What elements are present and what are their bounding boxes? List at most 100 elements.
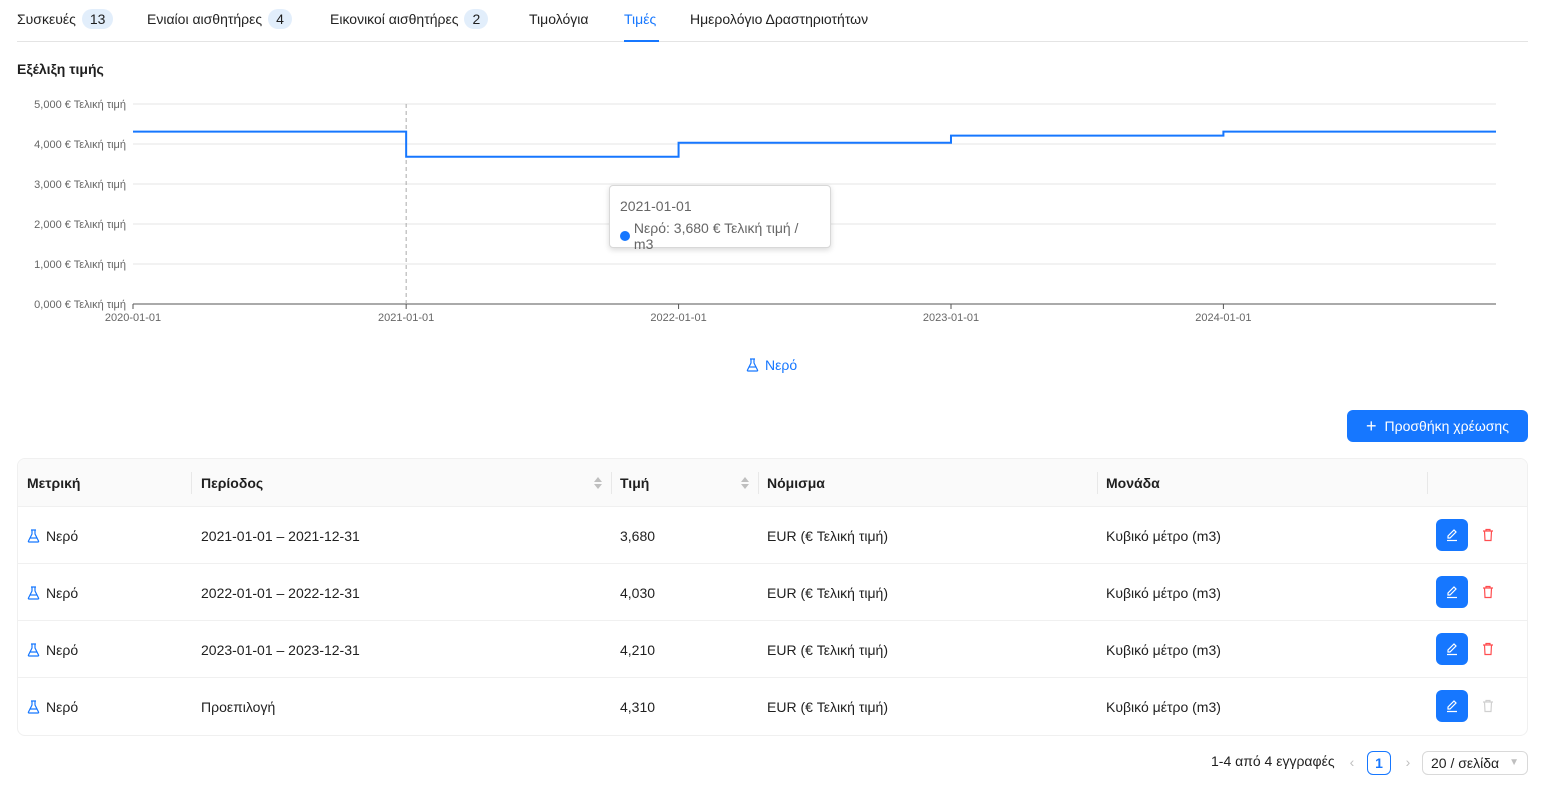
flask-icon: [27, 699, 40, 714]
active-tab-indicator: [624, 40, 659, 42]
plus-icon: +: [1366, 416, 1377, 436]
add-charge-label: Προσθήκη χρέωσης: [1384, 418, 1509, 434]
trash-icon: [1483, 699, 1493, 713]
legend-label: Νερό: [765, 357, 798, 373]
edit-icon: [1447, 700, 1457, 713]
tab-label: Τιμές: [624, 11, 657, 27]
y-tick-label: 0,000 € Τελική τιμή: [34, 299, 126, 311]
column-divider: [1427, 472, 1428, 494]
chevron-down-icon: ▼: [1509, 757, 1519, 768]
flask-icon: [746, 358, 759, 372]
delete-button-disabled: [1478, 690, 1498, 722]
tab-invoices[interactable]: Τιμολόγια: [529, 8, 589, 30]
tooltip-value: Νερό: 3,680 € Τελική τιμή / m3: [633, 220, 799, 252]
column-divider: [1097, 472, 1098, 494]
y-tick-label: 2,000 € Τελική τιμή: [34, 219, 126, 231]
price-cell: 4,210: [620, 641, 656, 658]
edit-icon: [1447, 643, 1457, 656]
x-tick-label: 2022-01-01: [650, 312, 706, 324]
column-header-unit: Μονάδα: [1106, 475, 1160, 491]
page-size-value: 20 / σελίδα: [1431, 755, 1500, 771]
x-tick-label: 2023-01-01: [923, 312, 979, 324]
currency-cell: EUR (€ Τελική τιμή): [767, 584, 888, 601]
edit-icon: [1447, 529, 1457, 542]
tab-label: Ημερολόγιο Δραστηριοτήτων: [690, 11, 869, 27]
edit-button[interactable]: [1436, 690, 1468, 722]
price-cell: 4,030: [620, 584, 656, 601]
metric-name: Νερό: [46, 641, 79, 658]
unit-cell: Κυβικό μέτρο (m3): [1106, 698, 1221, 715]
tab-prices[interactable]: Τιμές: [624, 8, 656, 30]
currency-cell: EUR (€ Τελική τιμή): [767, 698, 888, 715]
trash-icon: [1483, 528, 1493, 542]
prices-table: Μετρική Περίοδος Τιμή Νόμισμα Μονάδα Νερ…: [17, 458, 1528, 736]
chevron-left-icon[interactable]: ‹: [1344, 754, 1360, 772]
column-divider: [758, 472, 759, 494]
x-tick-label: 2021-01-01: [378, 312, 434, 324]
column-divider: [191, 472, 192, 494]
edit-icon: [1447, 586, 1457, 599]
y-tick-label: 5,000 € Τελική τιμή: [34, 99, 126, 111]
tooltip-date: 2021-01-01: [620, 198, 692, 214]
flask-icon: [27, 642, 40, 657]
currency-cell: EUR (€ Τελική τιμή): [767, 527, 888, 544]
pagination-total: 1-4 από 4 εγγραφές: [1211, 753, 1335, 769]
flask-icon: [27, 585, 40, 600]
unit-cell: Κυβικό μέτρο (m3): [1106, 527, 1221, 544]
flask-icon: [27, 528, 40, 543]
edit-button[interactable]: [1436, 519, 1468, 551]
chevron-right-icon[interactable]: ›: [1400, 754, 1416, 772]
column-divider: [611, 472, 612, 494]
tab-label: Τιμολόγια: [529, 11, 589, 27]
tab-label: Εικονικοί αισθητήρες: [330, 11, 459, 27]
trash-icon: [1483, 642, 1493, 656]
unit-cell: Κυβικό μέτρο (m3): [1106, 641, 1221, 658]
page-size-select[interactable]: 20 / σελίδα ▼: [1422, 751, 1528, 775]
table-row: Νερό 2021-01-01 – 2021-12-31 3,680 EUR (…: [18, 507, 1527, 564]
column-header-currency: Νόμισμα: [767, 475, 825, 491]
price-cell: 3,680: [620, 527, 656, 544]
chart-legend-item[interactable]: Νερό: [746, 357, 797, 373]
tab-virtual-sensors[interactable]: Εικονικοί αισθητήρες 2: [330, 8, 489, 30]
unit-cell: Κυβικό μέτρο (m3): [1106, 584, 1221, 601]
metric-cell: Νερό: [27, 564, 78, 621]
series-dot-icon: [620, 231, 630, 241]
metric-name: Νερό: [46, 527, 79, 544]
y-tick-label: 3,000 € Τελική τιμή: [34, 179, 126, 191]
y-tick-label: 4,000 € Τελική τιμή: [34, 139, 126, 151]
count-badge: 2: [464, 9, 489, 29]
delete-button[interactable]: [1478, 633, 1498, 665]
sort-icon[interactable]: [740, 476, 750, 490]
column-header-metric: Μετρική: [27, 475, 81, 491]
period-cell: Προεπιλογή: [201, 698, 276, 715]
tab-label: Ενιαίοι αισθητήρες: [147, 11, 263, 27]
edit-button[interactable]: [1436, 576, 1468, 608]
tab-activity-log[interactable]: Ημερολόγιο Δραστηριοτήτων: [690, 8, 868, 30]
delete-button[interactable]: [1478, 519, 1498, 551]
period-cell: 2023-01-01 – 2023-12-31: [201, 641, 360, 658]
tab-bar: Συσκευές 13 Ενιαίοι αισθητήρες 4 Εικονικ…: [17, 0, 1528, 42]
edit-button[interactable]: [1436, 633, 1468, 665]
x-tick-label: 2024-01-01: [1195, 312, 1251, 324]
add-charge-button[interactable]: + Προσθήκη χρέωσης: [1347, 410, 1528, 442]
metric-name: Νερό: [46, 698, 79, 715]
column-header-price[interactable]: Τιμή: [620, 459, 649, 507]
delete-button[interactable]: [1478, 576, 1498, 608]
price-cell: 4,310: [620, 698, 656, 715]
table-row: Νερό 2022-01-01 – 2022-12-31 4,030 EUR (…: [18, 564, 1527, 621]
tab-devices[interactable]: Συσκευές 13: [17, 8, 114, 30]
table-row: Νερό 2023-01-01 – 2023-12-31 4,210 EUR (…: [18, 621, 1527, 678]
currency-cell: EUR (€ Τελική τιμή): [767, 641, 888, 658]
table-header: Μετρική Περίοδος Τιμή Νόμισμα Μονάδα: [18, 459, 1527, 507]
period-cell: 2021-01-01 – 2021-12-31: [201, 527, 360, 544]
count-badge: 4: [268, 9, 292, 29]
x-tick-label: 2020-01-01: [105, 312, 161, 324]
period-cell: 2022-01-01 – 2022-12-31: [201, 584, 360, 601]
metric-name: Νερό: [46, 584, 79, 601]
trash-icon: [1483, 585, 1493, 599]
tab-single-sensors[interactable]: Ενιαίοι αισθητήρες 4: [147, 8, 292, 30]
page-1-button[interactable]: 1: [1367, 751, 1391, 775]
column-header-period[interactable]: Περίοδος: [201, 459, 263, 507]
chart-tooltip: 2021-01-01 Νερό: 3,680 € Τελική τιμή / m…: [609, 185, 831, 252]
sort-icon[interactable]: [593, 476, 603, 490]
